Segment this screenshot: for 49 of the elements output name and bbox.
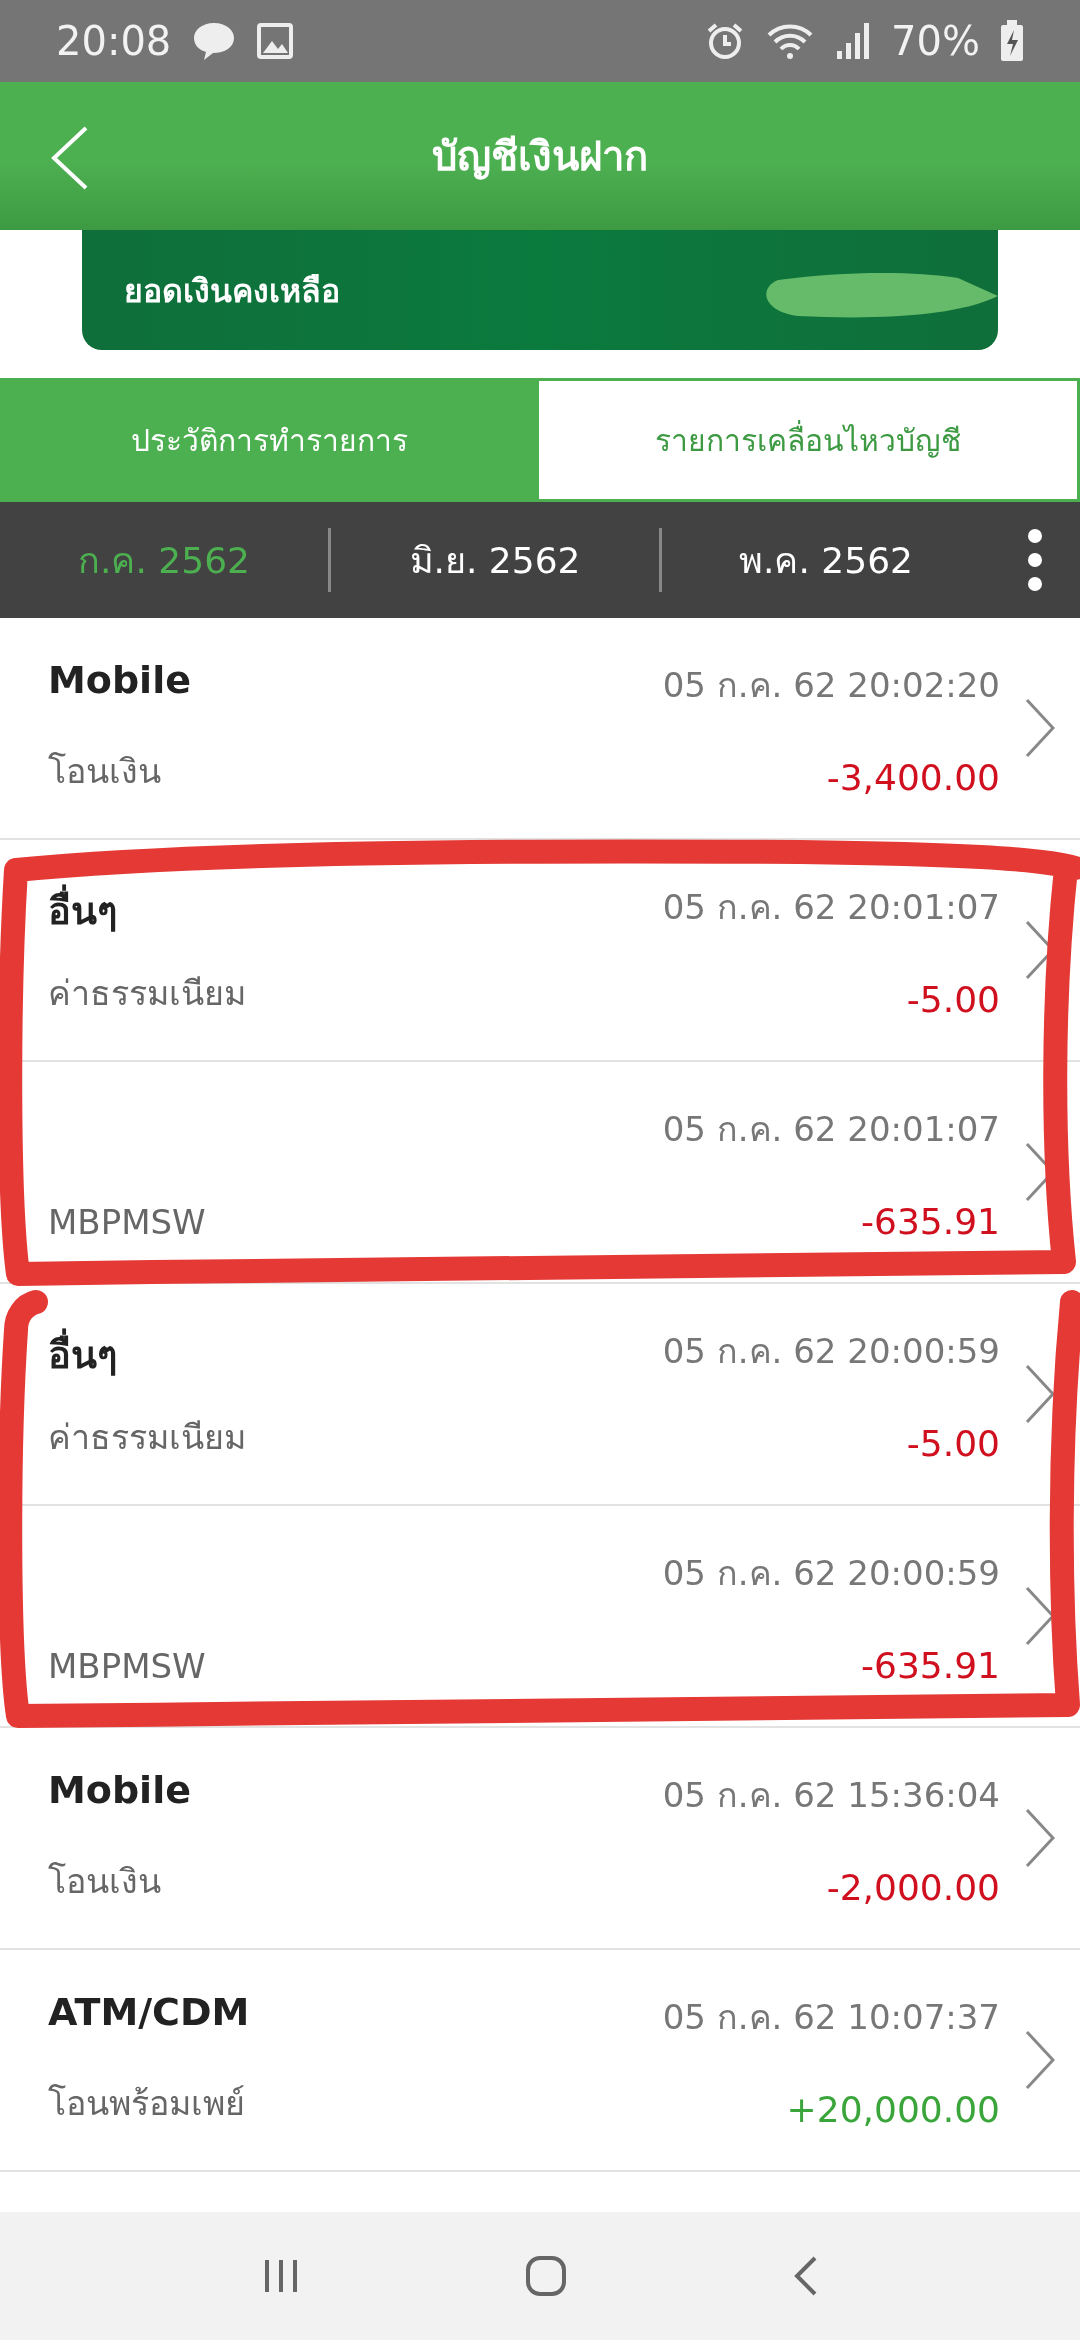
- more-menu-icon[interactable]: [1027, 528, 1043, 592]
- transaction-description: ค่าธรรมเนียม: [48, 1416, 247, 1459]
- chevron-icon: [1025, 1364, 1055, 1424]
- transaction-amount: -635.91: [861, 1201, 1000, 1242]
- transaction-row[interactable]: อื่นๆ ค่าธรรมเนียม 05 ก.ค. 62 20:00:59 -5.00: [0, 1284, 1080, 1506]
- tab[interactable]: รายการเคลื่อนไหวบัญชี: [538, 381, 1077, 499]
- home-icon[interactable]: [524, 2254, 568, 2298]
- transaction-datetime: 05 ก.ค. 62 20:00:59: [662, 1552, 1000, 1595]
- transaction-row[interactable]: MBPMSW 05 ก.ค. 62 20:01:07 -635.91: [0, 1062, 1080, 1284]
- status-time: 20:08: [56, 18, 172, 64]
- header-title: บัญชีเงินฝาก: [432, 132, 648, 182]
- month-tab[interactable]: มิ.ย. 2562: [331, 502, 659, 618]
- balance-label: ยอดเงินคงเหลือ: [124, 270, 340, 312]
- transaction-amount: -635.91: [861, 1645, 1000, 1686]
- transaction-description: โอนพร้อมเพย์: [48, 2082, 246, 2125]
- transaction-amount: -5.00: [906, 979, 1000, 1020]
- back-icon[interactable]: [50, 126, 90, 190]
- transaction-amount: -2,000.00: [826, 1867, 1000, 1908]
- transaction-title: ATM/CDM: [48, 1990, 251, 2036]
- transaction-description: โอนเงิน: [48, 750, 162, 793]
- transaction-row[interactable]: ATM/CDM โอนพร้อมเพย์ 05 ก.ค. 62 10:07:37 +20,000.00: [0, 1950, 1080, 2172]
- transaction-amount: +20,000.00: [786, 2089, 1000, 2130]
- transaction-description: ค่าธรรมเนียม: [48, 972, 247, 1015]
- transaction-row[interactable]: Mobile โอนเงิน 05 ก.ค. 62 20:02:20 -3,400.00: [0, 618, 1080, 840]
- transaction-description: โอนเงิน: [48, 1860, 162, 1903]
- chevron-icon: [1025, 1808, 1055, 1868]
- month-tab[interactable]: ก.ค. 2562: [0, 502, 328, 618]
- battery-percent: 70%: [891, 18, 980, 64]
- chevron-icon: [1025, 698, 1055, 758]
- transaction-title: Mobile: [48, 658, 192, 704]
- transaction-datetime: 05 ก.ค. 62 20:01:07: [662, 1108, 1000, 1151]
- transaction-row[interactable]: อื่นๆ ค่าธรรมเนียม 05 ก.ค. 62 20:01:07 -5.00: [0, 840, 1080, 1062]
- transaction-row[interactable]: MBPMSW 05 ก.ค. 62 20:00:59 -635.91: [0, 1506, 1080, 1728]
- signal-icon: [835, 21, 872, 61]
- transaction-datetime: 05 ก.ค. 62 20:01:07: [662, 886, 1000, 929]
- transaction-datetime: 05 ก.ค. 62 15:36:04: [662, 1774, 1000, 1817]
- transaction-title: Mobile: [48, 1768, 192, 1814]
- transaction-row[interactable]: Mobile โอนเงิน 05 ก.ค. 62 15:36:04 -2,000.00: [0, 1728, 1080, 1950]
- month-tab[interactable]: พ.ค. 2562: [662, 502, 990, 618]
- chevron-icon: [1025, 2030, 1055, 2090]
- image-icon: [257, 23, 294, 59]
- transaction-description: MBPMSW: [48, 1202, 207, 1242]
- transaction-amount: -5.00: [906, 1423, 1000, 1464]
- transaction-datetime: 05 ก.ค. 62 20:02:20: [662, 664, 1000, 707]
- transaction-datetime: 05 ก.ค. 62 10:07:37: [662, 1996, 1000, 2039]
- battery-charging-icon: [1000, 20, 1024, 62]
- transaction-amount: -3,400.00: [826, 757, 1000, 798]
- transaction-description: MBPMSW: [48, 1646, 207, 1686]
- transaction-datetime: 05 ก.ค. 62 20:00:59: [662, 1330, 1000, 1373]
